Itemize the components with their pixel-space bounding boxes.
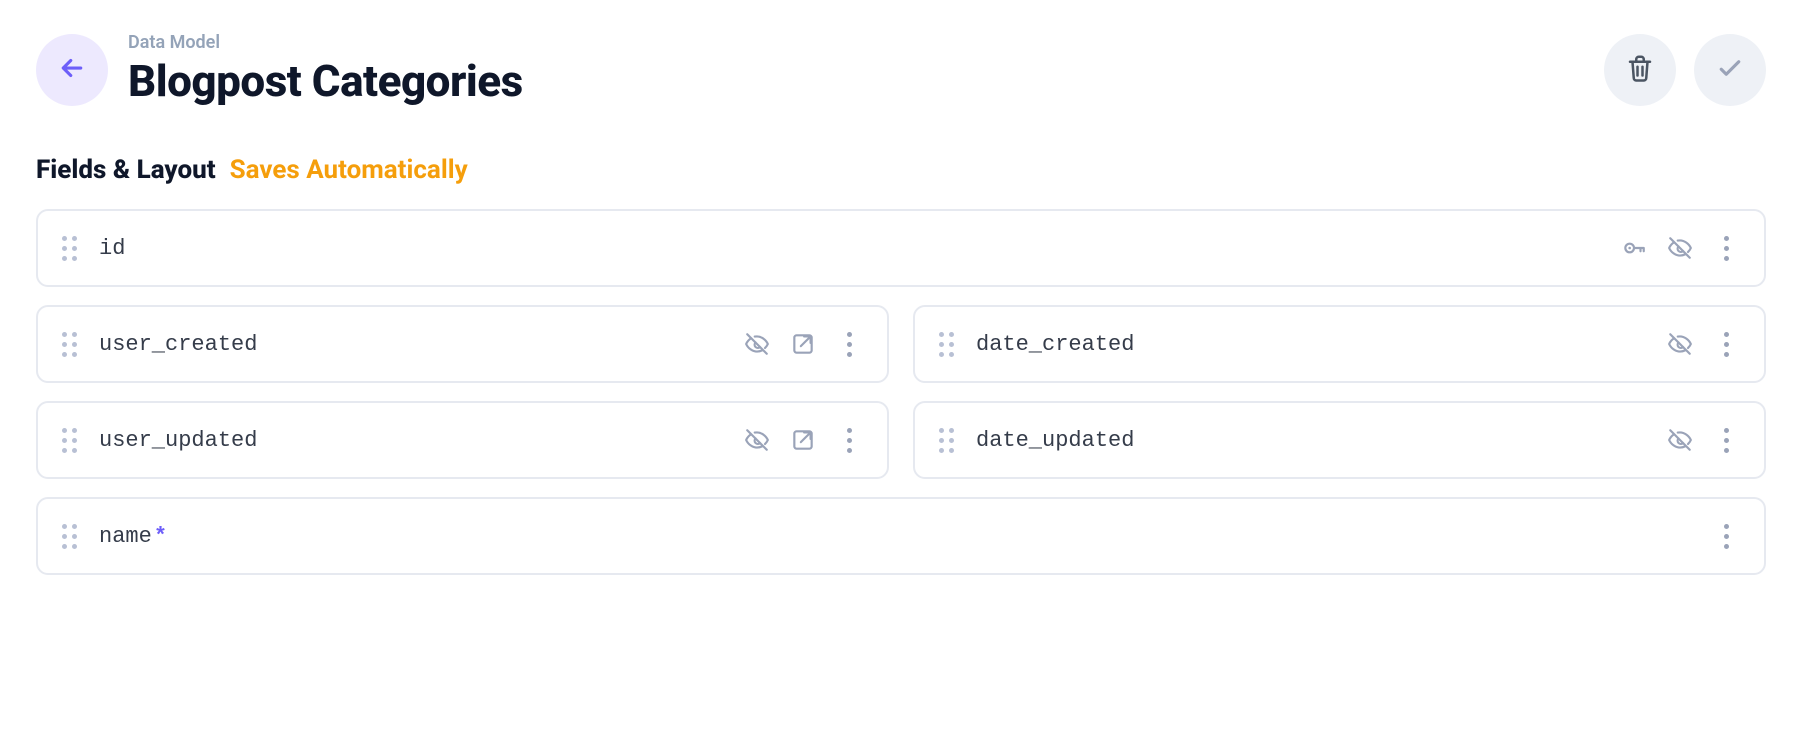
trash-icon (1625, 53, 1655, 87)
eye-off-icon[interactable] (1666, 426, 1694, 454)
field-card-name[interactable]: name* (36, 497, 1766, 575)
field-name: date_created (976, 332, 1644, 357)
field-name: name* (99, 524, 1690, 549)
page-title: Blogpost Categories (128, 55, 1584, 107)
eye-off-icon[interactable] (1666, 234, 1694, 262)
more-icon[interactable] (1712, 522, 1740, 550)
field-actions (1712, 522, 1740, 550)
page-header: Data Model Blogpost Categories (36, 32, 1766, 107)
field-actions (743, 426, 863, 454)
section-heading: Fields & Layout Saves Automatically (36, 155, 1766, 185)
field-name: user_updated (99, 428, 721, 453)
more-icon[interactable] (1712, 426, 1740, 454)
confirm-button[interactable] (1694, 34, 1766, 106)
field-card-date-created[interactable]: date_created (913, 305, 1766, 383)
eye-off-icon[interactable] (743, 330, 771, 358)
field-card-id[interactable]: id (36, 209, 1766, 287)
field-actions (743, 330, 863, 358)
field-name-text: name (99, 524, 152, 549)
eye-off-icon[interactable] (743, 426, 771, 454)
delete-button[interactable] (1604, 34, 1676, 106)
field-name: user_created (99, 332, 721, 357)
more-icon[interactable] (835, 426, 863, 454)
check-icon (1715, 53, 1745, 87)
field-actions (1620, 234, 1740, 262)
field-card-date-updated[interactable]: date_updated (913, 401, 1766, 479)
more-icon[interactable] (1712, 234, 1740, 262)
eye-off-icon[interactable] (1666, 330, 1694, 358)
drag-handle-icon[interactable] (62, 428, 77, 453)
title-block: Data Model Blogpost Categories (128, 32, 1584, 107)
header-actions (1604, 34, 1766, 106)
drag-handle-icon[interactable] (62, 524, 77, 549)
field-card-user-created[interactable]: user_created (36, 305, 889, 383)
open-in-new-icon[interactable] (789, 330, 817, 358)
field-actions (1666, 426, 1740, 454)
drag-handle-icon[interactable] (939, 428, 954, 453)
drag-handle-icon[interactable] (62, 236, 77, 261)
field-actions (1666, 330, 1740, 358)
section-title: Fields & Layout (36, 155, 216, 185)
key-icon[interactable] (1620, 234, 1648, 262)
field-card-user-updated[interactable]: user_updated (36, 401, 889, 479)
field-name: id (99, 236, 1598, 261)
required-star: * (154, 524, 167, 549)
open-in-new-icon[interactable] (789, 426, 817, 454)
autosave-hint: Saves Automatically (230, 155, 468, 185)
drag-handle-icon[interactable] (62, 332, 77, 357)
breadcrumb: Data Model (128, 32, 1584, 53)
more-icon[interactable] (835, 330, 863, 358)
arrow-left-icon (57, 53, 87, 87)
back-button[interactable] (36, 34, 108, 106)
fields-list: id user_created date_created (36, 209, 1766, 575)
drag-handle-icon[interactable] (939, 332, 954, 357)
more-icon[interactable] (1712, 330, 1740, 358)
field-name: date_updated (976, 428, 1644, 453)
